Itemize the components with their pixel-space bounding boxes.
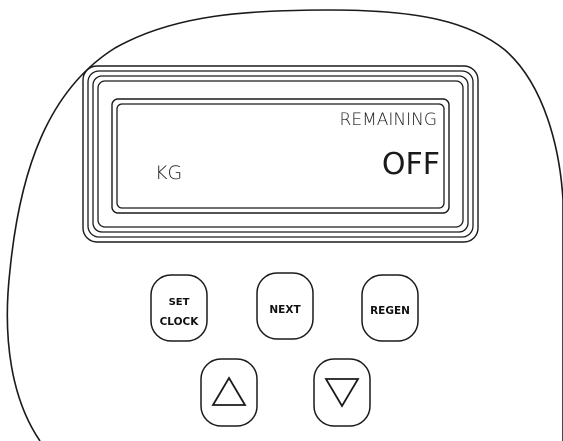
next-button[interactable]: NEXT (256, 272, 314, 340)
regen-label: REGEN (370, 305, 410, 317)
regen-button[interactable]: REGEN (361, 274, 419, 342)
set-clock-button-face (150, 274, 208, 342)
next-label: NEXT (269, 304, 301, 316)
lcd-screen: REMAINING KG OFF (111, 98, 450, 214)
remaining-label: REMAINING (340, 110, 437, 130)
set-clock-label-line2: CLOCK (160, 316, 200, 328)
controller-panel: REMAINING KG OFF SET CLOCK NEXT REGEN (6, 9, 563, 441)
unit-label: KG (155, 162, 182, 184)
up-button-face (200, 358, 258, 427)
down-button-face (313, 358, 371, 427)
set-clock-button[interactable]: SET CLOCK (150, 274, 208, 342)
up-button[interactable] (200, 358, 258, 427)
status-value: OFF (382, 147, 440, 182)
set-clock-label-line1: SET (169, 297, 190, 308)
down-button[interactable] (313, 358, 371, 427)
